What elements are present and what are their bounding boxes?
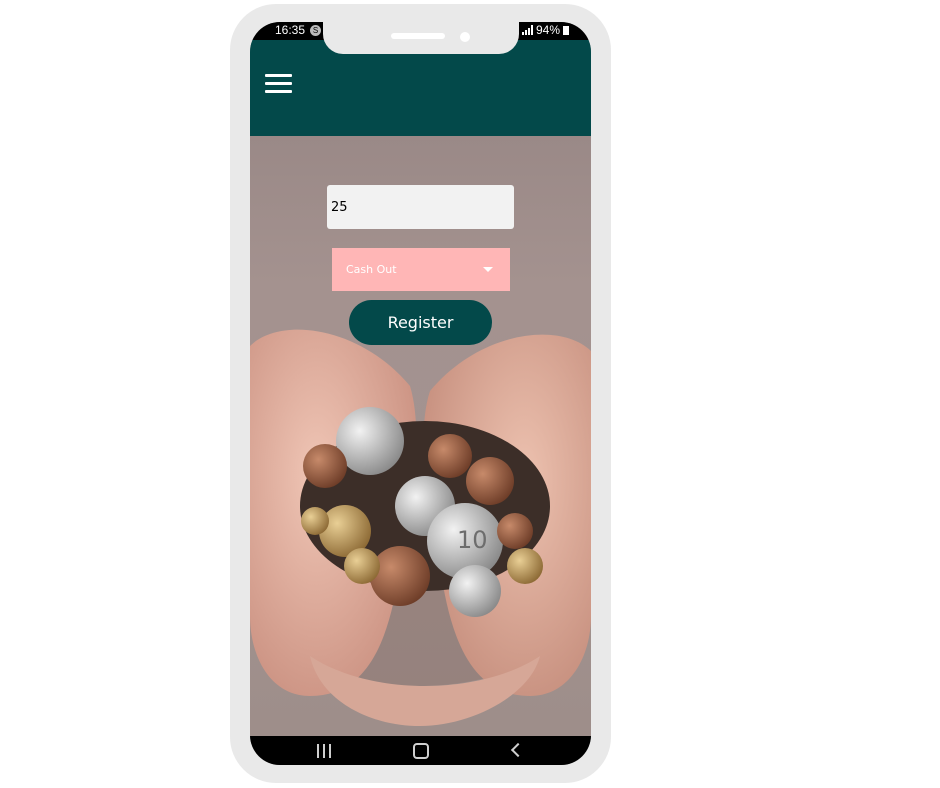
chevron-down-icon bbox=[483, 267, 493, 272]
status-time: 16:35 bbox=[275, 23, 306, 37]
background-photo: 10 Cash Out Register bbox=[250, 136, 591, 736]
nav-home-icon[interactable] bbox=[413, 743, 429, 759]
amount-input[interactable] bbox=[327, 185, 514, 229]
menu-icon[interactable] bbox=[265, 74, 292, 94]
status-right-group: 94% bbox=[521, 23, 569, 37]
phone-frame: 10 Cash Out Register 16:35 S bbox=[230, 4, 611, 783]
phone-screen: 10 Cash Out Register 16:35 S bbox=[250, 22, 591, 765]
app-bar bbox=[250, 40, 591, 136]
transaction-type-value: Cash Out bbox=[346, 263, 397, 276]
battery-icon bbox=[563, 25, 569, 35]
nav-recents-icon[interactable] bbox=[317, 744, 333, 758]
nav-back-icon[interactable] bbox=[510, 742, 526, 758]
register-button[interactable]: Register bbox=[349, 300, 492, 345]
camera-icon bbox=[460, 32, 470, 42]
signal-icon bbox=[521, 25, 533, 35]
camera-notch bbox=[323, 22, 519, 54]
notification-badge-icon: S bbox=[310, 25, 321, 36]
transaction-type-select[interactable]: Cash Out bbox=[332, 248, 510, 291]
system-nav-bar bbox=[250, 736, 591, 765]
battery-percent: 94% bbox=[535, 23, 560, 37]
svg-text:10: 10 bbox=[457, 526, 488, 554]
speaker-icon bbox=[391, 33, 445, 39]
